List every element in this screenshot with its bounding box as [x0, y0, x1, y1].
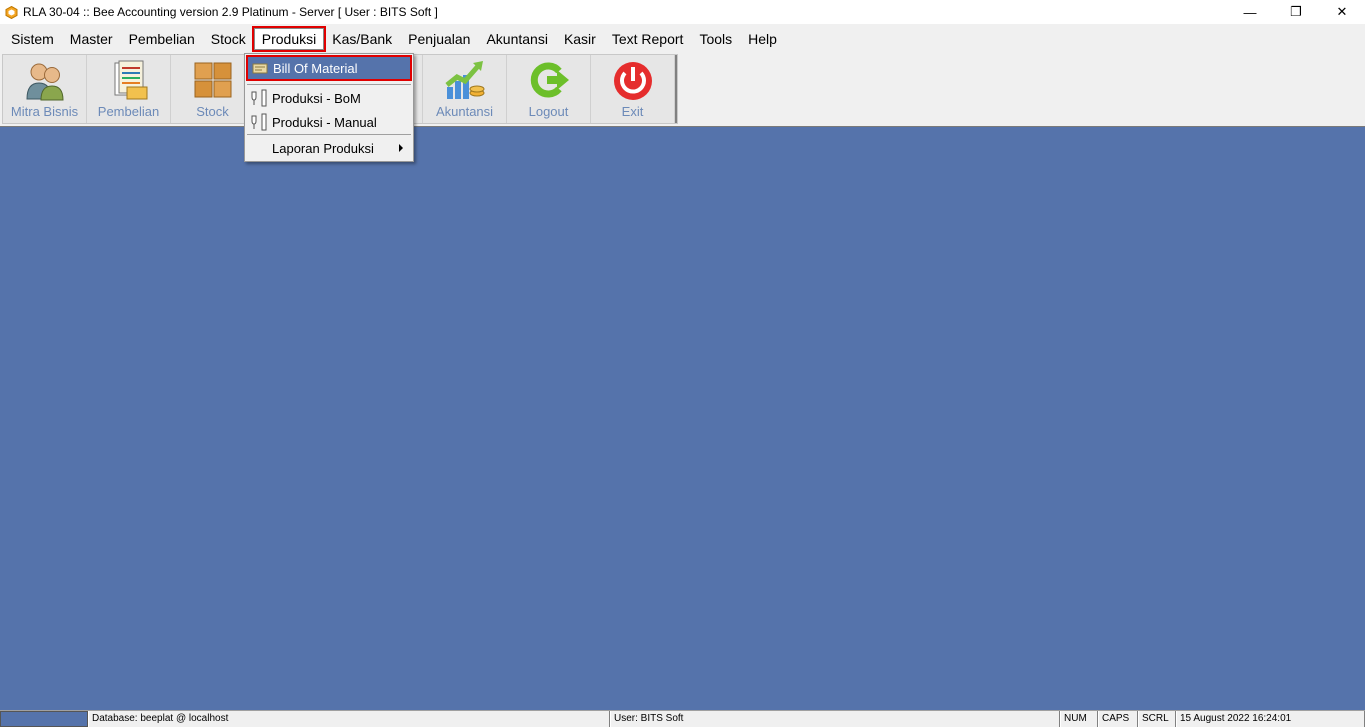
bom-icon [249, 58, 271, 78]
minimize-button[interactable]: — [1227, 0, 1273, 24]
toolbar-label: Stock [196, 104, 229, 119]
menu-penjualan[interactable]: Penjualan [400, 28, 478, 50]
menu-item-label: Bill Of Material [273, 60, 358, 76]
boxes-icon [189, 57, 237, 103]
toolbar-akuntansi-button[interactable]: Akuntansi [423, 55, 507, 123]
toolbar-logout-button[interactable]: Logout [507, 55, 591, 123]
toolbar-separator [675, 55, 677, 123]
menu-item-label: Produksi - BoM [272, 90, 361, 106]
produksi-dropdown-menu: Bill Of Material Produksi - BoM Produksi… [244, 53, 414, 162]
menu-item-bill-of-material[interactable]: Bill Of Material [246, 55, 412, 81]
submenu-arrow-icon [399, 144, 403, 152]
plug-icon [248, 88, 270, 108]
status-num: NUM [1060, 711, 1098, 727]
toolbar-label: Exit [621, 104, 644, 119]
status-caps: CAPS [1098, 711, 1138, 727]
status-user: User: BITS Soft [610, 711, 1060, 727]
menu-tools[interactable]: Tools [691, 28, 740, 50]
menu-item-label: Laporan Produksi [272, 140, 374, 156]
toolbar-label: Akuntansi [435, 104, 494, 119]
status-bar: Database: beeplat @ localhost User: BITS… [0, 710, 1365, 727]
menu-akuntansi[interactable]: Akuntansi [478, 28, 555, 50]
toolbar-label: Mitra Bisnis [10, 104, 79, 119]
toolbar-mitra-bisnis-button[interactable]: Mitra Bisnis [3, 55, 87, 123]
close-button[interactable]: ✕ [1319, 0, 1365, 24]
status-progress-panel [0, 711, 88, 727]
menu-sistem[interactable]: Sistem [3, 28, 62, 50]
toolbar-label: Logout [528, 104, 569, 119]
menu-item-produksi-bom[interactable]: Produksi - BoM [247, 86, 411, 110]
menu-item-produksi-manual[interactable]: Produksi - Manual [247, 110, 411, 134]
power-icon [609, 57, 657, 103]
menu-separator [247, 134, 411, 135]
toolbar-label: Pembelian [97, 104, 160, 119]
toolbar-pembelian-button[interactable]: Pembelian [87, 55, 171, 123]
people-icon [21, 57, 69, 103]
menu-bar: Sistem Master Pembelian Stock Produksi K… [0, 24, 1365, 53]
menu-kasir[interactable]: Kasir [556, 28, 604, 50]
menu-produksi[interactable]: Produksi [251, 25, 327, 52]
window-controls: — ❐ ✕ [1227, 0, 1365, 24]
menu-master[interactable]: Master [62, 28, 121, 50]
menu-item-label: Produksi - Manual [272, 114, 377, 130]
restore-button[interactable]: ❐ [1273, 0, 1319, 24]
menu-help[interactable]: Help [740, 28, 785, 50]
status-datetime: 15 August 2022 16:24:01 [1176, 711, 1365, 727]
toolbar-exit-button[interactable]: Exit [591, 55, 675, 123]
logout-arrow-icon [525, 57, 573, 103]
chart-up-icon [441, 57, 489, 103]
menu-pembelian[interactable]: Pembelian [121, 28, 203, 50]
menu-kas-bank[interactable]: Kas/Bank [324, 28, 400, 50]
purchase-icon [105, 57, 153, 103]
app-logo-icon [4, 5, 18, 19]
toolbar-stock-button[interactable]: Stock [171, 55, 255, 123]
mdi-workspace [0, 126, 1365, 710]
status-scrl: SCRL [1138, 711, 1176, 727]
title-bar: RLA 30-04 :: Bee Accounting version 2.9 … [0, 0, 1365, 24]
menu-separator [247, 84, 411, 85]
blank-icon-slot [248, 138, 270, 158]
menu-stock[interactable]: Stock [203, 28, 254, 50]
plug-icon [248, 112, 270, 132]
status-database: Database: beeplat @ localhost [88, 711, 610, 727]
menu-text-report[interactable]: Text Report [604, 28, 692, 50]
menu-item-laporan-produksi[interactable]: Laporan Produksi [247, 136, 411, 160]
window-title: RLA 30-04 :: Bee Accounting version 2.9 … [23, 5, 438, 19]
